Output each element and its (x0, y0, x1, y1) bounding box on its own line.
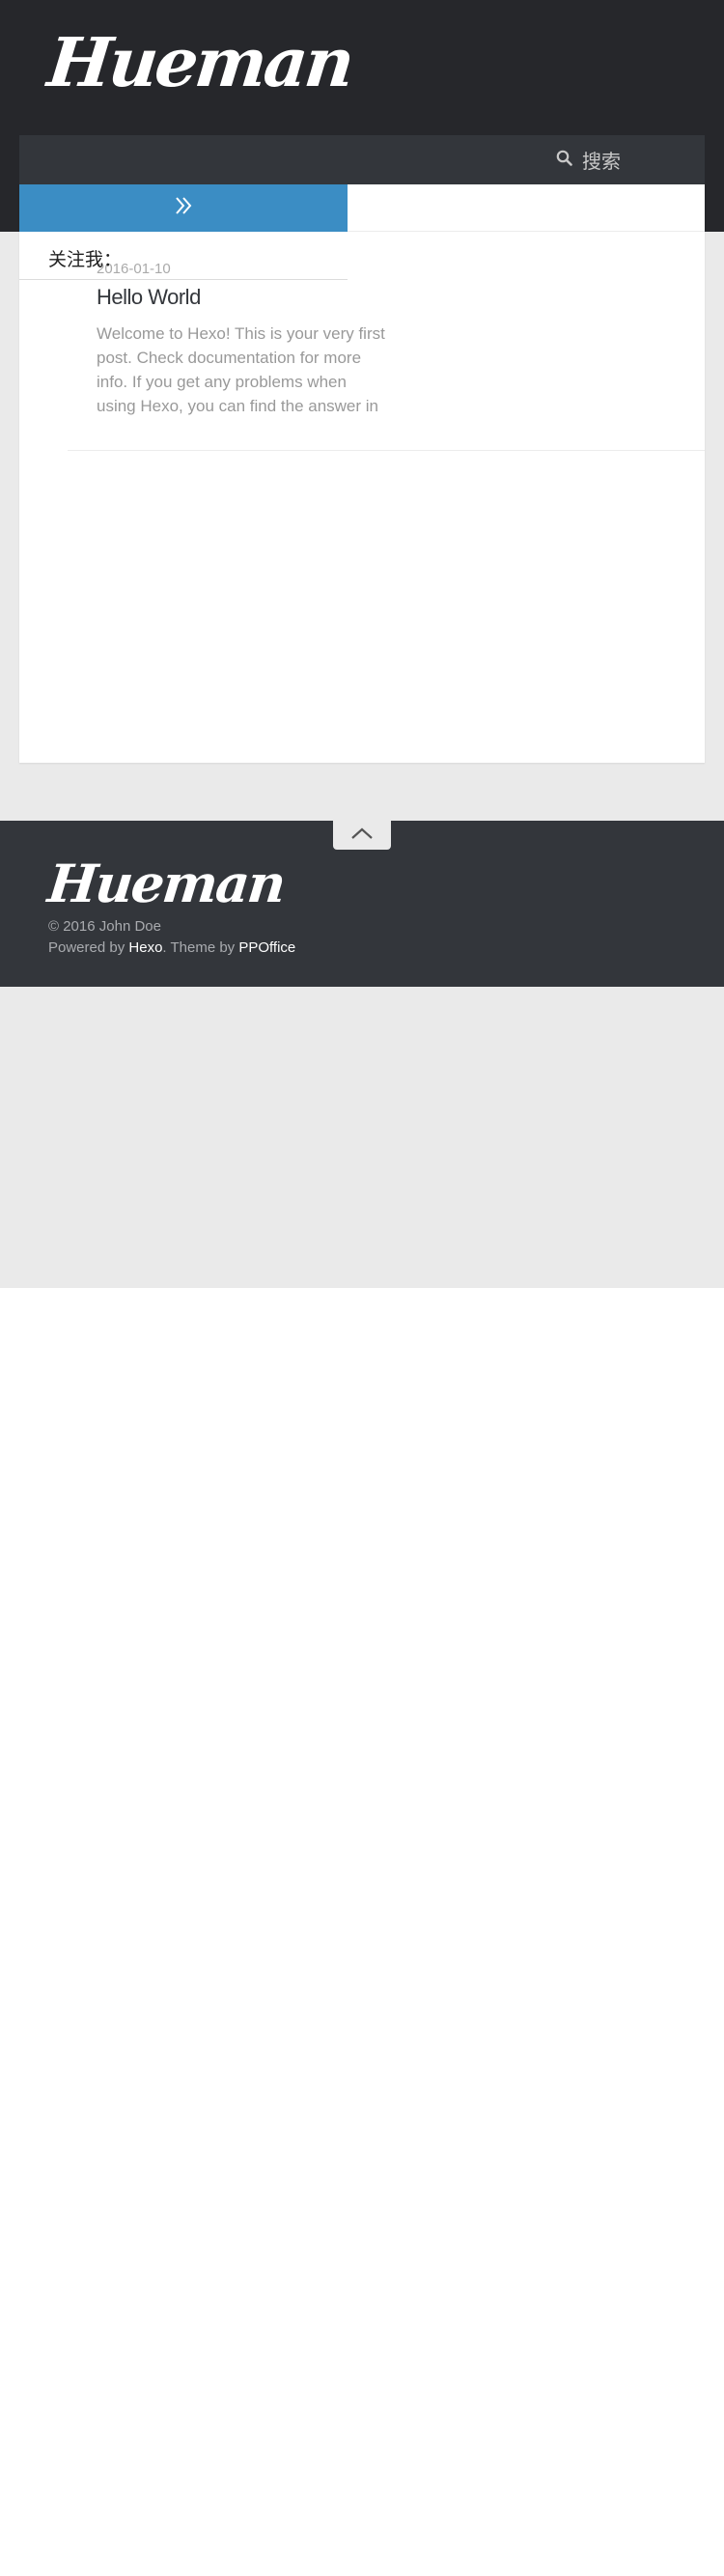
hexo-link[interactable]: Hexo (128, 939, 162, 956)
chevron-up-icon (350, 826, 374, 845)
powered-by-text: Powered by Hexo. Theme by PPOffice (48, 939, 295, 956)
back-to-top-button[interactable] (333, 821, 391, 850)
theme-prefix: . Theme by (162, 939, 236, 956)
double-chevron-right-icon (173, 195, 194, 221)
footer-logo[interactable]: Hueman (45, 853, 288, 914)
divider (19, 279, 348, 280)
post-excerpt: Welcome to Hexo! This is your very first… (97, 324, 385, 415)
navbar: 搜索 (19, 135, 705, 184)
sidebar-toggle-button[interactable] (19, 184, 348, 232)
divider (68, 450, 705, 451)
copyright-text: © 2016 John Doe (48, 918, 161, 935)
search-icon (556, 150, 572, 171)
divider (348, 231, 705, 232)
ppoffice-link[interactable]: PPOffice (238, 939, 295, 956)
follow-me-label: 关注我： (48, 249, 123, 270)
site-footer: Hueman © 2016 John Doe Powered by Hexo. … (0, 821, 724, 987)
site-logo[interactable]: Hueman (44, 22, 356, 102)
main-content: 2016-01-10 关注我： Hello World Welcome to H… (19, 184, 705, 763)
search-toggle[interactable]: 搜索 (556, 135, 621, 184)
post-title-link[interactable]: Hello World (97, 285, 201, 310)
powered-prefix: Powered by (48, 939, 125, 956)
search-label: 搜索 (582, 150, 621, 173)
